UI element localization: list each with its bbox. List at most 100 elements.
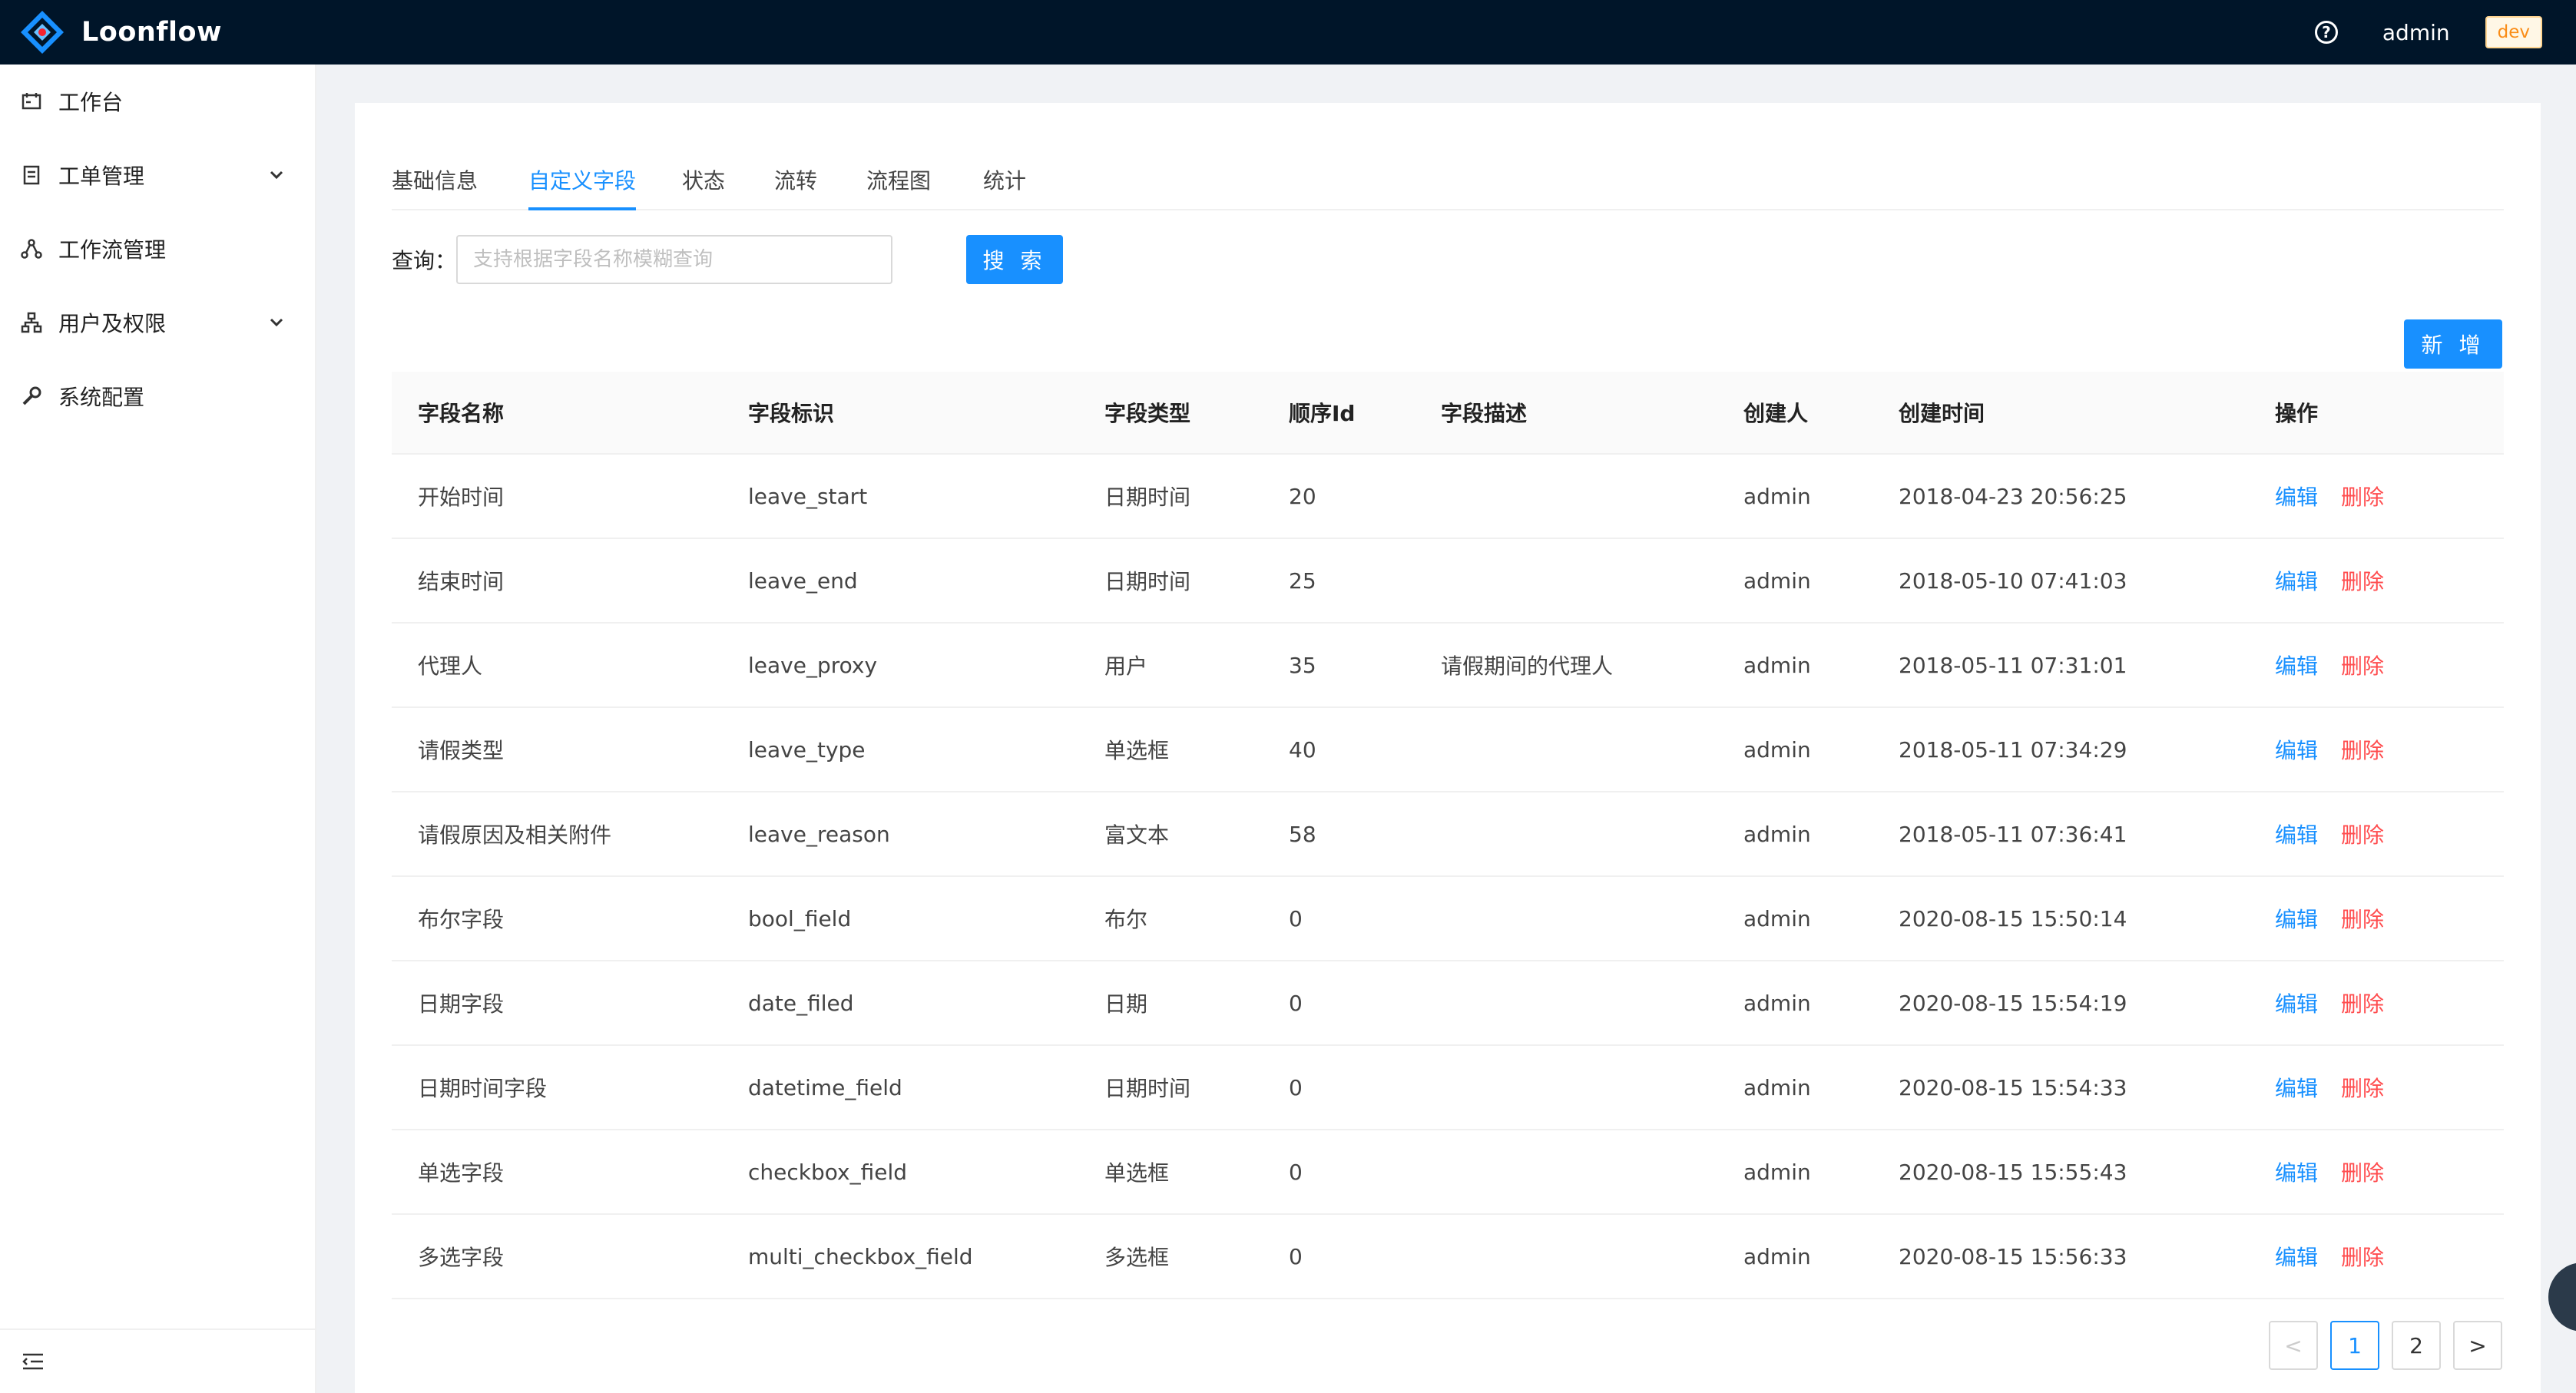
field-type-cell: 日期时间 — [1104, 1076, 1191, 1101]
field-name-cell: 日期时间字段 — [418, 1076, 548, 1101]
created-at-cell: 2018-05-10 07:41:03 — [1899, 567, 2127, 594]
creator-cell: admin — [1743, 990, 1811, 1016]
dashboard-icon — [20, 90, 43, 113]
delete-link[interactable]: 删除 — [2341, 481, 2384, 511]
ticket-icon — [20, 164, 43, 187]
created-at-cell: 2020-08-15 15:55:43 — [1899, 1159, 2127, 1185]
delete-link[interactable]: 删除 — [2341, 650, 2384, 680]
field-name-cell: 日期字段 — [418, 991, 505, 1017]
tab-transitions[interactable]: 流转 — [774, 149, 817, 210]
table-row: 请假原因及相关附件 leave_reason 富文本 58 admin 2018-05-1… — [392, 792, 2504, 877]
field-type-cell: 富文本 — [1104, 822, 1170, 848]
field-type-cell: 日期 — [1104, 991, 1148, 1017]
sidebar-item-workbench[interactable]: 工作台 — [0, 65, 315, 138]
chevron-down-icon[interactable] — [266, 164, 287, 186]
order-id-cell: 0 — [1289, 1074, 1303, 1100]
table-row: 单选字段 checkbox_field 单选框 0 admin 2020-08-15 15… — [392, 1130, 2504, 1215]
menu-fold-icon — [22, 1353, 43, 1370]
table-row: 布尔字段 bool_field 布尔 0 admin 2020-08-15 15:50:1… — [392, 877, 2504, 961]
sidebar-item-label: 用户及权限 — [58, 311, 167, 336]
row-actions: 编辑 删除 — [2275, 1046, 2407, 1129]
order-id-cell: 20 — [1289, 483, 1316, 509]
field-type-cell: 用户 — [1104, 653, 1148, 679]
field-name-cell: 单选字段 — [418, 1160, 505, 1186]
field-key-cell: leave_type — [748, 736, 866, 763]
tab-statistics[interactable]: 统计 — [983, 149, 1026, 210]
delete-link[interactable]: 删除 — [2341, 988, 2384, 1018]
field-key-cell: checkbox_field — [748, 1159, 908, 1185]
loonflow-logo-icon — [21, 11, 64, 54]
order-id-cell: 0 — [1289, 1159, 1303, 1185]
edit-link[interactable]: 编辑 — [2275, 903, 2318, 934]
creator-cell: admin — [1743, 1159, 1811, 1185]
logo[interactable]: Loonflow — [18, 8, 222, 56]
creator-cell: admin — [1743, 736, 1811, 763]
tab-flowchart[interactable]: 流程图 — [866, 149, 931, 210]
table-row: 结束时间 leave_end 日期时间 25 admin 2018-05-10 07:41… — [392, 539, 2504, 624]
row-actions: 编辑 删除 — [2275, 708, 2407, 791]
floating-help-button[interactable] — [2548, 1262, 2576, 1332]
chevron-down-icon[interactable] — [266, 312, 287, 333]
sidebar-item-users[interactable]: 用户及权限 — [0, 286, 315, 359]
field-key-cell: bool_field — [748, 905, 852, 931]
prev-page-button[interactable]: < — [2269, 1321, 2318, 1370]
delete-link[interactable]: 删除 — [2341, 734, 2384, 765]
edit-link[interactable]: 编辑 — [2275, 819, 2318, 849]
page-1-button[interactable]: 1 — [2330, 1321, 2379, 1370]
row-actions: 编辑 删除 — [2275, 1130, 2407, 1213]
column-header: 操作 — [2275, 401, 2319, 426]
order-id-cell: 58 — [1289, 821, 1316, 847]
app-title: Loonflow — [81, 17, 222, 48]
row-actions: 编辑 删除 — [2275, 624, 2407, 706]
tab-custom-fields[interactable]: 自定义字段 — [528, 149, 636, 210]
field-name-cell: 多选字段 — [418, 1245, 505, 1270]
order-id-cell: 35 — [1289, 652, 1316, 678]
sidebar-item-settings[interactable]: 系统配置 — [0, 359, 315, 433]
delete-link[interactable]: 删除 — [2341, 819, 2384, 849]
tab-basic-info[interactable]: 基础信息 — [392, 149, 478, 210]
user-name[interactable]: admin — [2382, 20, 2450, 45]
edit-link[interactable]: 编辑 — [2275, 650, 2318, 680]
next-page-button[interactable]: > — [2453, 1321, 2502, 1370]
search-button[interactable]: 搜 索 — [966, 235, 1063, 284]
row-actions: 编辑 删除 — [2275, 877, 2407, 960]
creator-cell: admin — [1743, 1074, 1811, 1100]
sidebar-item-workflows[interactable]: 工作流管理 — [0, 212, 315, 286]
edit-link[interactable]: 编辑 — [2275, 988, 2318, 1018]
org-icon — [20, 311, 43, 334]
field-desc-cell: 请假期间的代理人 — [1441, 653, 1614, 679]
search-input[interactable] — [456, 235, 892, 284]
delete-link[interactable]: 删除 — [2341, 1241, 2384, 1272]
delete-link[interactable]: 删除 — [2341, 565, 2384, 596]
edit-link[interactable]: 编辑 — [2275, 734, 2318, 765]
creator-cell: admin — [1743, 652, 1811, 678]
add-field-button[interactable]: 新 增 — [2404, 319, 2502, 369]
edit-link[interactable]: 编辑 — [2275, 1072, 2318, 1103]
edit-link[interactable]: 编辑 — [2275, 481, 2318, 511]
page-2-button[interactable]: 2 — [2392, 1321, 2441, 1370]
field-key-cell: leave_start — [748, 483, 868, 509]
delete-link[interactable]: 删除 — [2341, 1072, 2384, 1103]
sidebar-item-tickets[interactable]: 工单管理 — [0, 138, 315, 212]
field-key-cell: leave_end — [748, 567, 858, 594]
created-at-cell: 2020-08-15 15:56:33 — [1899, 1243, 2127, 1269]
creator-cell: admin — [1743, 567, 1811, 594]
order-id-cell: 0 — [1289, 1243, 1303, 1269]
created-at-cell: 2018-04-23 20:56:25 — [1899, 483, 2127, 509]
column-header: 字段类型 — [1104, 401, 1191, 426]
delete-link[interactable]: 删除 — [2341, 1156, 2384, 1187]
edit-link[interactable]: 编辑 — [2275, 1241, 2318, 1272]
created-at-cell: 2018-05-11 07:34:29 — [1899, 736, 2127, 763]
help-icon[interactable]: ? — [2314, 21, 2338, 44]
sidebar-item-label: 工作流管理 — [58, 237, 167, 263]
table-row: 开始时间 leave_start 日期时间 20 admin 2018-04-23 20:… — [392, 455, 2504, 539]
field-type-cell: 布尔 — [1104, 907, 1148, 932]
field-type-cell: 单选框 — [1104, 1160, 1170, 1186]
delete-link[interactable]: 删除 — [2341, 903, 2384, 934]
table-row: 日期字段 date_filed 日期 0 admin 2020-08-15 15:54:1… — [392, 961, 2504, 1046]
edit-link[interactable]: 编辑 — [2275, 565, 2318, 596]
edit-link[interactable]: 编辑 — [2275, 1156, 2318, 1187]
row-actions: 编辑 删除 — [2275, 792, 2407, 875]
tab-states[interactable]: 状态 — [682, 149, 725, 210]
sidebar-collapse-toggle[interactable] — [0, 1328, 315, 1393]
